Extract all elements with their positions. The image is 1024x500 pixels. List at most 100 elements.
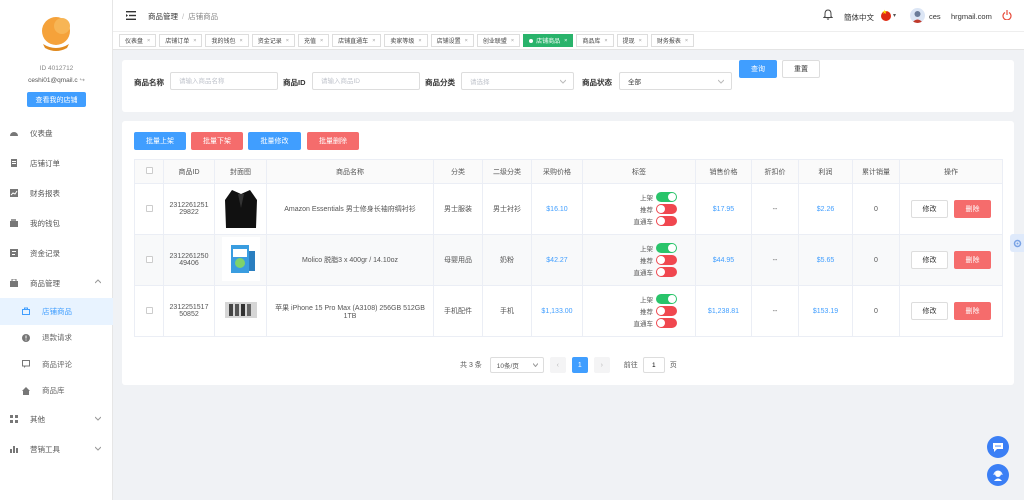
on-shelf-toggle[interactable] (656, 243, 677, 253)
prev-page-button[interactable]: ‹ (549, 357, 566, 373)
discount-cell: -- (751, 183, 799, 235)
edit-button[interactable]: 修改 (911, 302, 948, 320)
chevron-down-icon (532, 363, 538, 367)
edit-button[interactable]: 修改 (911, 200, 948, 218)
sales-cell: 0 (852, 285, 900, 337)
sidebar-item-finance-report[interactable]: 财务报表 (0, 178, 113, 208)
row-checkbox[interactable] (145, 255, 153, 263)
username[interactable]: ces (929, 12, 941, 21)
breadcrumb-current: 店铺商品 (188, 12, 219, 21)
on-shelf-toggle[interactable] (656, 294, 677, 304)
tab-finance-report[interactable]: 财务报表 × (650, 34, 695, 47)
on-shelf-toggle[interactable] (656, 192, 677, 202)
delete-button[interactable]: 删除 (954, 200, 991, 218)
bell-icon[interactable] (823, 9, 833, 20)
sidebar-item-fund-records[interactable]: 资金记录 (0, 238, 113, 268)
express-toggle[interactable] (656, 216, 677, 226)
batch-edit-button[interactable]: 批量修改 (248, 132, 301, 150)
tab-dashboard[interactable]: 仪表盘 × (119, 34, 157, 47)
tab-fund-records[interactable]: 资金记录 × (251, 34, 295, 47)
menu-toggle-icon[interactable] (126, 11, 136, 20)
reset-button[interactable]: 重置 (782, 60, 820, 78)
sidebar-item-other[interactable]: 其他 (0, 404, 113, 434)
select-all-cell (134, 159, 164, 184)
language-selector[interactable]: 簡体中文 (844, 12, 874, 23)
close-icon[interactable]: × (286, 38, 289, 44)
chevron-down-icon[interactable] (95, 445, 101, 451)
sidebar-item-label: 其他 (30, 414, 45, 424)
sidebar-item-dashboard[interactable]: 仪表盘 (0, 118, 113, 148)
tab-wallet[interactable]: 我的钱包 × (205, 34, 249, 47)
tab-goods-library[interactable]: 商品库 × (576, 34, 614, 47)
delete-button[interactable]: 删除 (954, 251, 991, 269)
sidebar-item-refund[interactable]: 退款请求 (0, 325, 113, 352)
next-page-button[interactable]: › (593, 357, 610, 373)
close-icon[interactable]: × (511, 38, 514, 44)
close-icon[interactable]: × (418, 38, 421, 44)
tab-withdraw[interactable]: 提现 × (616, 34, 648, 47)
edit-button[interactable]: 修改 (911, 251, 948, 269)
sidebar-item-goods-library[interactable]: 商品库 (0, 378, 113, 405)
page-number-button[interactable]: 1 (571, 357, 588, 373)
tab-shop-settings[interactable]: 店铺设置 × (430, 34, 474, 47)
recommend-toggle[interactable] (656, 306, 677, 316)
sidebar-item-marketing[interactable]: 营销工具 (0, 434, 113, 464)
chevron-up-icon[interactable] (95, 279, 101, 285)
sidebar-item-wallet[interactable]: 我的钱包 (0, 208, 113, 238)
customer-service-button[interactable] (987, 464, 1009, 486)
chevron-down-icon[interactable] (95, 415, 101, 421)
column-header: 利润 (798, 159, 853, 184)
batch-off-shelf-button[interactable]: 批量下架 (191, 132, 243, 150)
total-count: 共 3 条 (460, 362, 482, 369)
express-toggle[interactable] (656, 318, 677, 328)
status-select[interactable]: 全部 (619, 72, 732, 90)
close-icon[interactable]: × (239, 38, 242, 44)
row-checkbox[interactable] (145, 204, 153, 212)
close-icon[interactable]: × (639, 38, 642, 44)
tab-orders[interactable]: 店铺订单 × (159, 34, 203, 47)
query-button[interactable]: 查询 (739, 60, 777, 78)
category-select[interactable]: 请选择 (461, 72, 574, 90)
caret-down-icon[interactable]: ▾ (893, 12, 896, 19)
select-all-checkbox[interactable] (145, 167, 153, 174)
goods-id-input[interactable] (312, 72, 420, 90)
close-icon[interactable]: × (685, 38, 688, 44)
avatar[interactable] (910, 8, 925, 23)
close-icon[interactable]: × (372, 38, 375, 44)
search-panel: 商品名称 商品ID 商品分类 请选择 商品状态 全部 查询 重置 (122, 60, 1014, 112)
sidebar-item-orders[interactable]: 店铺订单 (0, 148, 113, 178)
category-cell: 手机配件 (433, 285, 483, 337)
sidebar-item-comments[interactable]: 商品评论 (0, 351, 113, 378)
tab-alliance[interactable]: 创业联盟 × (476, 34, 521, 47)
close-icon[interactable]: × (564, 38, 567, 44)
view-shop-button[interactable]: 查看我的店铺 (27, 92, 86, 107)
close-icon[interactable]: × (465, 38, 468, 44)
tab-recharge[interactable]: 充值 × (297, 34, 330, 47)
chat-button[interactable] (987, 436, 1009, 458)
sidebar-item-goods-management[interactable]: 商品管理 (0, 268, 113, 298)
goto-page-input[interactable] (642, 357, 665, 373)
logout-icon[interactable]: ↪ (79, 77, 84, 84)
recommend-toggle[interactable] (656, 204, 677, 214)
goods-name-input[interactable] (170, 72, 278, 90)
tab-shop-goods[interactable]: 店铺商品 × (523, 34, 574, 47)
row-checkbox[interactable] (145, 306, 153, 314)
page-size-select[interactable]: 10条/页 (489, 357, 544, 373)
power-icon[interactable] (1002, 10, 1012, 20)
china-flag-icon[interactable] (881, 9, 891, 21)
express-toggle[interactable] (656, 267, 677, 277)
batch-on-shelf-button[interactable]: 批量上架 (134, 132, 186, 150)
close-icon[interactable]: × (320, 38, 323, 44)
side-settings-tab[interactable] (1010, 234, 1024, 252)
close-icon[interactable]: × (604, 38, 607, 44)
recommend-toggle[interactable] (656, 255, 677, 265)
tab-seller-level[interactable]: 卖家等级 × (384, 34, 428, 47)
batch-delete-button[interactable]: 批量删除 (307, 132, 359, 150)
headset-icon (993, 470, 1003, 481)
close-icon[interactable]: × (147, 38, 150, 44)
close-icon[interactable]: × (193, 38, 196, 44)
sidebar-item-shop-goods[interactable]: 店铺商品 (0, 298, 113, 325)
breadcrumb-parent[interactable]: 商品管理 (148, 12, 178, 21)
delete-button[interactable]: 删除 (954, 302, 991, 320)
tab-shop-express[interactable]: 店铺直通车 × (332, 34, 382, 47)
